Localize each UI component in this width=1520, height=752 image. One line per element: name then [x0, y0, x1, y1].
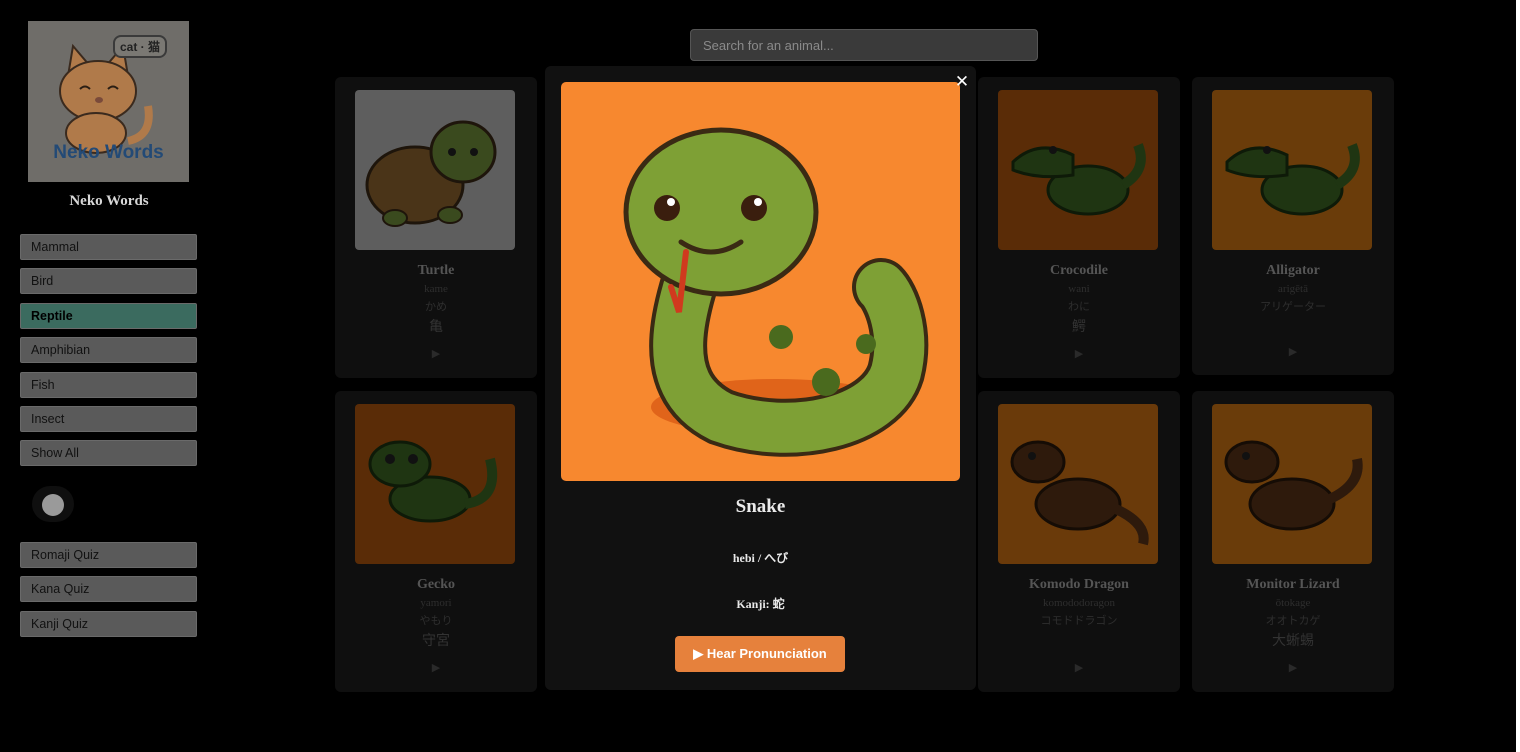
- category-amphibian-button[interactable]: Amphibian: [20, 337, 197, 363]
- monitor-lizard-image: [1212, 404, 1372, 564]
- romaji-quiz-button[interactable]: Romaji Quiz: [20, 542, 197, 568]
- animal-card-alligator[interactable]: Alligator arigētā アリゲーター ▶: [1192, 77, 1394, 375]
- logo-bubble: cat · 猫: [112, 35, 167, 58]
- card-kana: コモドドラゴン: [1040, 615, 1118, 627]
- kana-quiz-button[interactable]: Kana Quiz: [20, 576, 197, 602]
- card-kana: アリゲーター: [1260, 301, 1326, 313]
- snake-icon: [623, 127, 929, 457]
- hear-pronunciation-button[interactable]: ▶ Hear Pronunciation: [675, 636, 845, 672]
- play-icon[interactable]: ▶: [1192, 345, 1394, 358]
- card-romaji: arigētā: [1278, 283, 1308, 295]
- window-edge: [1516, 0, 1520, 752]
- card-kanji: 大蜥蜴: [1272, 634, 1314, 649]
- logo: cat · 猫 Neko Words: [28, 21, 189, 182]
- turtle-image: [355, 90, 515, 250]
- show-all-button[interactable]: Show All: [20, 440, 197, 466]
- category-fish-button[interactable]: Fish: [20, 372, 197, 398]
- card-name: Gecko: [416, 577, 456, 592]
- animal-card-crocodile[interactable]: Crocodile wani わに 鰐 ▶: [978, 77, 1180, 378]
- card-romaji: ōtokage: [1275, 597, 1311, 609]
- app: cat · 猫 Neko Words Neko Words Mammal Bir…: [0, 0, 1520, 752]
- search-input[interactable]: [690, 29, 1038, 61]
- alligator-icon: [1225, 143, 1360, 216]
- sidebar: cat · 猫 Neko Words Neko Words Mammal Bir…: [0, 0, 218, 752]
- animal-card-gecko[interactable]: Gecko yamori やもり 守宮 ▶: [335, 391, 537, 692]
- modal-kanji: Kanji: 蛇: [736, 597, 785, 611]
- card-kana: かめ: [425, 301, 447, 313]
- card-kana: わに: [1068, 301, 1090, 313]
- gecko-image: [355, 404, 515, 564]
- card-romaji: kame: [424, 283, 448, 295]
- card-name: Alligator: [1266, 263, 1320, 278]
- crocodile-icon: [1011, 143, 1146, 216]
- card-name: Turtle: [417, 263, 455, 278]
- logo-text: Neko Words: [53, 142, 164, 163]
- komodo-dragon-image: [998, 404, 1158, 564]
- theme-toggle[interactable]: [32, 486, 74, 522]
- play-icon[interactable]: ▶: [978, 347, 1180, 360]
- modal-title: Snake: [735, 496, 786, 517]
- category-reptile-button[interactable]: Reptile: [20, 303, 197, 329]
- komodo-dragon-icon: [1010, 440, 1149, 546]
- turtle-icon: [365, 120, 497, 227]
- category-mammal-button[interactable]: Mammal: [20, 234, 197, 260]
- category-bird-button[interactable]: Bird: [20, 268, 197, 294]
- animal-card-monitor-lizard[interactable]: Monitor Lizard ōtokage オオトカゲ 大蜥蜴 ▶: [1192, 391, 1394, 692]
- card-name: Komodo Dragon: [1029, 577, 1129, 592]
- play-icon[interactable]: ▶: [335, 347, 537, 360]
- card-kanji: 鰐: [1072, 320, 1086, 335]
- card-kanji: 守宮: [422, 634, 450, 649]
- card-romaji: yamori: [420, 597, 452, 609]
- animal-card-turtle[interactable]: Turtle kame かめ 亀 ▶: [335, 77, 537, 378]
- card-kanji: 亀: [429, 320, 443, 335]
- card-name: Crocodile: [1049, 263, 1109, 278]
- animal-card-komodo-dragon[interactable]: Komodo Dragon komododoragon コモドドラゴン ▶: [978, 391, 1180, 692]
- crocodile-image: [998, 90, 1158, 250]
- modal-reading: hebi / へび: [732, 551, 789, 565]
- brand-title: Neko Words: [69, 193, 149, 209]
- card-kana: やもり: [419, 615, 453, 627]
- kanji-quiz-button[interactable]: Kanji Quiz: [20, 611, 197, 637]
- gecko-icon: [368, 440, 498, 523]
- card-name: Monitor Lizard: [1246, 577, 1340, 592]
- card-romaji: komododoragon: [1042, 597, 1116, 609]
- animal-modal: Snake hebi / へび Kanji: 蛇 ▶ Hear Pronunci…: [545, 66, 976, 690]
- play-icon[interactable]: ▶: [978, 661, 1180, 674]
- play-icon[interactable]: ▶: [335, 661, 537, 674]
- alligator-image: [1212, 90, 1372, 250]
- snake-image: [561, 82, 960, 481]
- monitor-lizard-icon: [1224, 440, 1363, 531]
- card-romaji: wani: [1068, 283, 1090, 295]
- close-icon[interactable]: ✕: [952, 72, 972, 92]
- category-insect-button[interactable]: Insect: [20, 406, 197, 432]
- play-icon[interactable]: ▶: [1192, 661, 1394, 674]
- toggle-knob: [42, 494, 64, 516]
- card-kana: オオトカゲ: [1265, 615, 1321, 627]
